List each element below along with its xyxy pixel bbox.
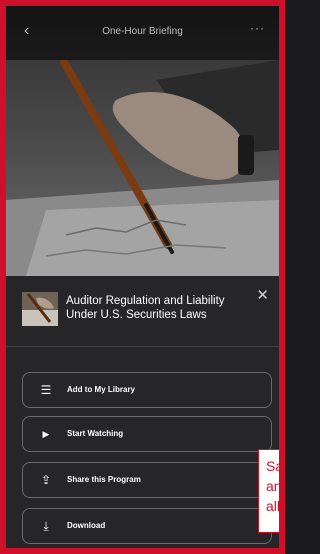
page-title: One-Hour Briefing <box>102 26 183 37</box>
divider <box>6 346 279 347</box>
program-title: Auditor Regulation and Liability Under U… <box>66 295 225 321</box>
play-icon: ▶ <box>42 429 50 439</box>
share-icon: ⇪ <box>40 473 52 487</box>
download-button[interactable]: ⤓ Download <box>22 508 272 544</box>
ellipsis-icon[interactable]: ··· <box>250 21 265 35</box>
list-icon: ☰ <box>40 383 52 397</box>
close-icon[interactable]: ✕ <box>256 288 269 303</box>
action-label: Start Watching <box>67 429 124 438</box>
program-thumbnail <box>22 292 58 326</box>
add-to-library-button[interactable]: ☰ Add to My Library <box>22 372 272 408</box>
action-label: Download <box>67 521 106 530</box>
start-watching-button[interactable]: ▶ Start Watching <box>22 416 272 452</box>
action-label: Add to My Library <box>67 385 136 394</box>
share-program-button[interactable]: ⇪ Share this Program <box>22 462 272 498</box>
download-icon: ⤓ <box>43 519 49 533</box>
action-label: Share this Program <box>67 475 141 484</box>
overlay-tooltip: Sa an all <box>258 449 284 533</box>
action-sheet: Auditor Regulation and Liability Under U… <box>6 276 279 548</box>
program-header: Auditor Regulation and Liability Under U… <box>6 276 279 346</box>
tooltip-text: Sa an all <box>266 458 284 514</box>
app-frame: ‹ One-Hour Briefing ··· Auditor Regulati… <box>0 0 285 554</box>
hero-image <box>6 60 279 276</box>
top-bar: ‹ One-Hour Briefing ··· <box>6 6 279 60</box>
